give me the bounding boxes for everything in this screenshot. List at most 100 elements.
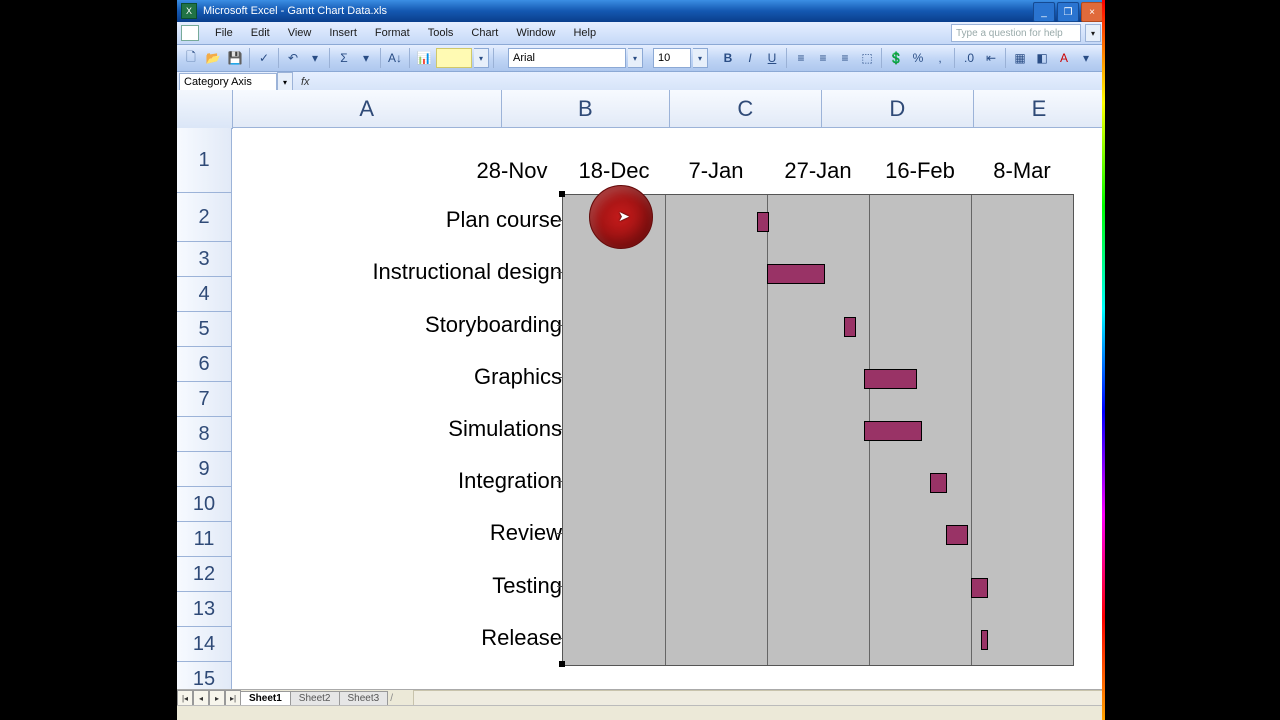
colhdr-b[interactable]: B	[502, 90, 670, 128]
currency-icon[interactable]: 💲	[886, 48, 906, 68]
align-right-icon[interactable]: ≡	[835, 48, 855, 68]
font-size[interactable]: 10	[653, 48, 691, 68]
undo-icon[interactable]: ↶	[283, 48, 303, 68]
rowhdr-7[interactable]: 7	[177, 382, 232, 417]
rowhdr-2[interactable]: 2	[177, 193, 232, 242]
menu-file[interactable]: File	[207, 25, 241, 41]
save-icon[interactable]: 💾	[225, 48, 245, 68]
tab-nav-last[interactable]: ▸|	[225, 690, 241, 706]
rowhdr-11[interactable]: 11	[177, 522, 232, 557]
gantt-chart[interactable]: 28-Nov18-Dec7-Jan27-Jan16-Feb8-Mar Plan …	[282, 158, 1082, 688]
tab-sheet3[interactable]: Sheet3	[339, 691, 389, 706]
gantt-bar[interactable]	[844, 317, 856, 337]
help-input[interactable]: Type a question for help	[951, 24, 1081, 42]
menu-help[interactable]: Help	[565, 25, 604, 41]
font-name-dd[interactable]: ▾	[628, 48, 643, 68]
open-icon[interactable]: 📂	[203, 48, 223, 68]
percent-icon[interactable]: %	[908, 48, 928, 68]
name-box[interactable]: Category Axis	[179, 73, 277, 91]
rowhdr-13[interactable]: 13	[177, 592, 232, 627]
cells[interactable]: 28-Nov18-Dec7-Jan27-Jan16-Feb8-Mar Plan …	[232, 128, 1105, 690]
colhdr-a[interactable]: A	[233, 90, 502, 128]
close-button[interactable]: ×	[1081, 2, 1103, 22]
rowhdr-6[interactable]: 6	[177, 347, 232, 382]
gantt-bar[interactable]	[767, 264, 825, 284]
gantt-bar[interactable]	[864, 421, 922, 441]
sort-icon[interactable]: A↓	[385, 48, 405, 68]
fill-icon[interactable]: ◧	[1032, 48, 1052, 68]
menu-chart[interactable]: Chart	[463, 25, 506, 41]
worksheet[interactable]: A B C D E 123456789101112131415 28-Nov18…	[177, 90, 1105, 690]
name-box-dd[interactable]: ▾	[277, 72, 293, 92]
rowhdr-4[interactable]: 4	[177, 277, 232, 312]
font-size-dd[interactable]: ▾	[693, 48, 708, 68]
y-category-label: Plan course	[292, 209, 562, 231]
statusbar	[177, 705, 1105, 720]
print-icon[interactable]: ✓	[254, 48, 274, 68]
y-category-label: Storyboarding	[292, 314, 562, 336]
merge-icon[interactable]: ⬚	[857, 48, 877, 68]
menu-format[interactable]: Format	[367, 25, 418, 41]
y-category-label: Graphics	[292, 366, 562, 388]
select-all[interactable]	[177, 90, 233, 129]
menu-insert[interactable]: Insert	[321, 25, 365, 41]
tab-nav-first[interactable]: |◂	[177, 690, 193, 706]
font-name[interactable]: Arial	[508, 48, 626, 68]
undo-dd[interactable]: ▾	[305, 48, 325, 68]
colhdr-e[interactable]: E	[974, 90, 1105, 128]
rowhdr-5[interactable]: 5	[177, 312, 232, 347]
sheet-tabs: |◂ ◂ ▸ ▸| Sheet1 Sheet2 Sheet3 /	[177, 689, 1105, 706]
gantt-bar[interactable]	[981, 630, 988, 650]
rowhdr-10[interactable]: 10	[177, 487, 232, 522]
tab-nav-next[interactable]: ▸	[209, 690, 225, 706]
rowhdr-3[interactable]: 3	[177, 242, 232, 277]
italic-icon[interactable]: I	[740, 48, 760, 68]
borders-icon[interactable]: ▦	[1010, 48, 1030, 68]
new-icon[interactable]: 🗋	[181, 48, 201, 68]
font-color-icon[interactable]: A	[1054, 48, 1074, 68]
tab-sheet1[interactable]: Sheet1	[240, 691, 291, 706]
align-center-icon[interactable]: ≡	[813, 48, 833, 68]
indent-icon[interactable]: ⇤	[981, 48, 1001, 68]
gantt-bar[interactable]	[757, 212, 769, 232]
rowhdr-9[interactable]: 9	[177, 452, 232, 487]
fx-icon[interactable]: fx	[301, 76, 310, 88]
toolbar-more[interactable]: ▾	[1076, 48, 1096, 68]
gantt-bar[interactable]	[930, 473, 947, 493]
underline-icon[interactable]: U	[762, 48, 782, 68]
menu-edit[interactable]: Edit	[243, 25, 278, 41]
bold-icon[interactable]: B	[718, 48, 738, 68]
maximize-button[interactable]: ❐	[1057, 2, 1079, 22]
axis-handle[interactable]	[559, 191, 565, 197]
dec-inc-icon[interactable]: .0	[959, 48, 979, 68]
axis-handle[interactable]	[559, 661, 565, 667]
menu-window[interactable]: Window	[508, 25, 563, 41]
help-dropdown[interactable]: ▾	[1085, 24, 1101, 42]
comma-icon[interactable]: ,	[930, 48, 950, 68]
rowhdr-12[interactable]: 12	[177, 557, 232, 592]
y-category-label: Integration	[292, 470, 562, 492]
rowhdr-8[interactable]: 8	[177, 417, 232, 452]
rowhdr-1[interactable]: 1	[177, 128, 232, 193]
zoom-dd[interactable]: ▾	[474, 48, 489, 68]
horizontal-scrollbar[interactable]	[413, 690, 1105, 706]
gantt-bar[interactable]	[946, 525, 968, 545]
x-tick-label: 16-Feb	[870, 158, 970, 184]
colhdr-c[interactable]: C	[670, 90, 822, 128]
colhdr-d[interactable]: D	[822, 90, 974, 128]
sum-dd[interactable]: ▾	[356, 48, 376, 68]
minimize-button[interactable]: _	[1033, 2, 1055, 22]
fill-color[interactable]	[436, 48, 472, 68]
rowhdr-14[interactable]: 14	[177, 627, 232, 662]
gantt-bar[interactable]	[971, 578, 988, 598]
chart-icon[interactable]: 📊	[414, 48, 434, 68]
gantt-bar[interactable]	[864, 369, 917, 389]
plot-area[interactable]	[562, 194, 1074, 666]
tab-sheet2[interactable]: Sheet2	[290, 691, 340, 706]
screen-edge	[1102, 0, 1105, 720]
align-left-icon[interactable]: ≡	[791, 48, 811, 68]
menu-view[interactable]: View	[280, 25, 320, 41]
autosum-icon[interactable]: Σ	[334, 48, 354, 68]
tab-nav-prev[interactable]: ◂	[193, 690, 209, 706]
menu-tools[interactable]: Tools	[420, 25, 462, 41]
